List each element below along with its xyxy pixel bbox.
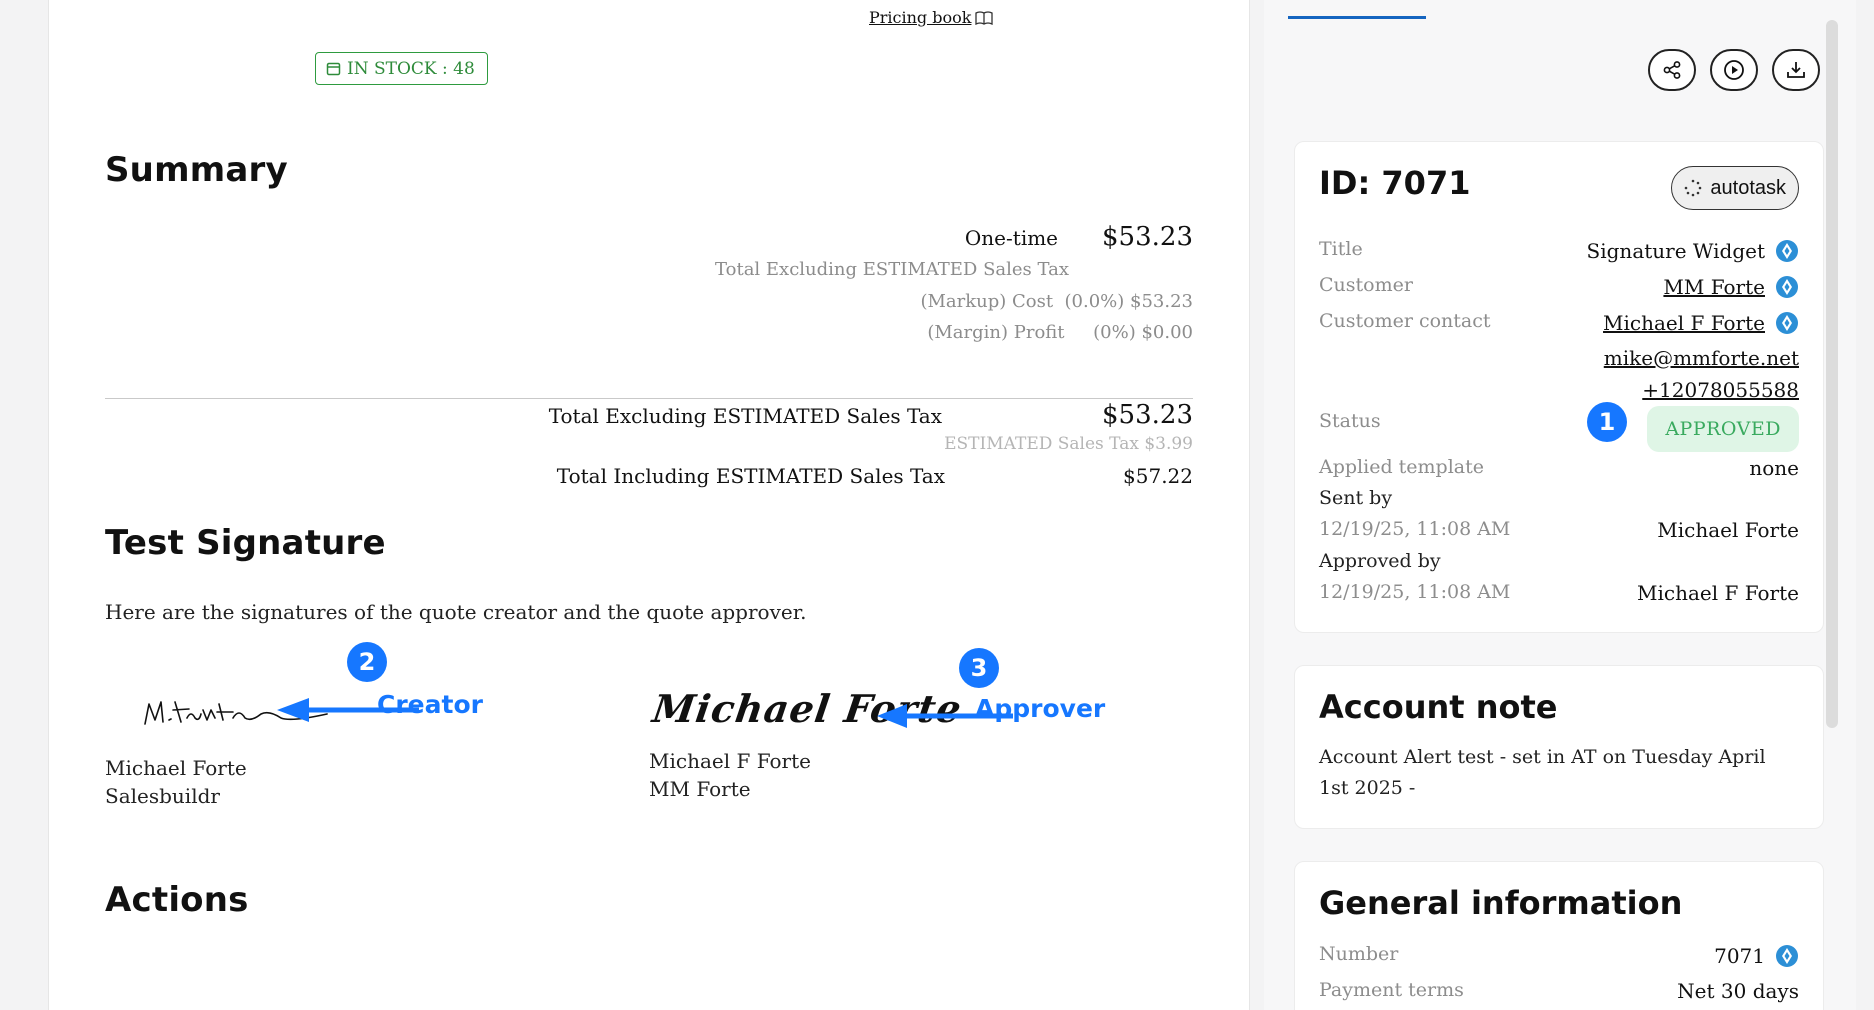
template-value: none — [1749, 456, 1799, 480]
general-info-card: General information Number 7071 Payment … — [1294, 861, 1824, 1010]
pricing-book-label: Pricing book — [869, 8, 972, 27]
approver-name: Michael F Forte — [649, 749, 811, 773]
account-note-title: Account note — [1319, 688, 1558, 726]
sent-by-name: Michael Forte — [1657, 518, 1799, 542]
autotask-logo-icon[interactable] — [1775, 311, 1799, 335]
total-incl-value: $57.22 — [1123, 464, 1193, 488]
number-value: 7071 — [1714, 944, 1765, 968]
title-value: Signature Widget — [1586, 239, 1765, 263]
customer-label: Customer — [1319, 274, 1413, 296]
active-tab-indicator[interactable] — [1288, 16, 1426, 19]
markup-cost: (Markup) Cost (0.0%) $53.23 — [920, 291, 1193, 312]
contact-email-row: mike@mmforte.net — [1604, 346, 1799, 370]
creator-name: Michael Forte — [105, 756, 247, 780]
side-panel-scrollbar[interactable] — [1826, 20, 1838, 728]
summary-heading: Summary — [105, 150, 288, 190]
title-label: Title — [1319, 238, 1363, 260]
calendar-icon — [326, 62, 341, 76]
annotation-3: 3 — [959, 648, 999, 688]
approver-info: Michael F Forte MM Forte — [649, 747, 811, 803]
margin-profit: (Margin) Profit (0%) $0.00 — [927, 322, 1193, 343]
autotask-label: autotask — [1710, 176, 1786, 199]
status-label: Status — [1319, 410, 1381, 432]
autotask-logo-icon[interactable] — [1775, 239, 1799, 263]
annotation-2: 2 — [347, 642, 387, 682]
quote-document: Pricing book IN STOCK : 48 Summary One-t… — [48, 0, 1250, 1010]
annotation-1: 1 — [1587, 402, 1627, 442]
pricing-book-link[interactable]: Pricing book — [869, 8, 994, 27]
estimated-tax: ESTIMATED Sales Tax $3.99 — [944, 434, 1193, 454]
total-excl-row: Total Excluding ESTIMATED Sales Tax $53.… — [549, 400, 1193, 430]
contact-email-link[interactable]: mike@mmforte.net — [1604, 346, 1799, 370]
book-icon — [975, 10, 994, 25]
creator-annotation-label: Creator — [377, 690, 483, 719]
customer-value-row: MM Forte — [1663, 275, 1799, 299]
contact-phone-link[interactable]: +12078055588 — [1642, 378, 1799, 402]
contact-link[interactable]: Michael F Forte — [1603, 311, 1765, 335]
payment-terms-value: Net 30 days — [1677, 979, 1799, 1003]
play-button[interactable] — [1710, 49, 1758, 91]
total-incl-row: Total Including ESTIMATED Sales Tax $57.… — [557, 464, 1193, 488]
number-label: Number — [1319, 943, 1399, 965]
contact-value-row: Michael F Forte — [1603, 311, 1799, 335]
creator-info: Michael Forte Salesbuildr — [105, 754, 247, 810]
autotask-button[interactable]: autotask — [1671, 166, 1799, 210]
download-button[interactable] — [1772, 49, 1820, 91]
one-time-row: One-time $53.23 — [965, 222, 1193, 252]
number-value-row: 7071 — [1714, 944, 1799, 968]
share-button[interactable] — [1648, 49, 1696, 91]
general-info-title: General information — [1319, 884, 1683, 922]
side-panel: ID: 7071 autotask Title Signature Widget… — [1264, 0, 1856, 1010]
total-incl-label: Total Including ESTIMATED Sales Tax — [556, 464, 946, 488]
share-icon — [1663, 61, 1681, 79]
customer-link[interactable]: MM Forte — [1663, 275, 1765, 299]
summary-divider — [105, 398, 1193, 399]
creator-company: Salesbuildr — [105, 784, 220, 808]
payment-terms-label: Payment terms — [1319, 979, 1464, 1001]
excl-tax-note: Total Excluding ESTIMATED Sales Tax — [715, 259, 1069, 280]
status-badge: APPROVED — [1647, 406, 1799, 452]
one-time-value: $53.23 — [1102, 222, 1193, 252]
stock-label: IN STOCK : 48 — [347, 58, 475, 79]
account-note-text: Account Alert test - set in AT on Tuesda… — [1319, 746, 1766, 799]
total-excl-label: Total Excluding ESTIMATED Sales Tax — [548, 404, 943, 428]
approved-by-date: 12/19/25, 11:08 AM — [1319, 581, 1511, 603]
total-excl-value: $53.23 — [1102, 400, 1193, 430]
sent-by-date: 12/19/25, 11:08 AM — [1319, 518, 1511, 540]
template-label: Applied template — [1319, 456, 1484, 478]
stock-badge: IN STOCK : 48 — [315, 52, 488, 85]
account-note-card: Account note Account Alert test - set in… — [1294, 665, 1824, 829]
quote-details-card: ID: 7071 autotask Title Signature Widget… — [1294, 141, 1824, 633]
one-time-label: One-time — [964, 226, 1059, 250]
quote-id: ID: 7071 — [1319, 164, 1471, 202]
sent-by-label: Sent by — [1319, 487, 1393, 509]
approved-by-label: Approved by — [1319, 550, 1441, 572]
approver-company: MM Forte — [649, 777, 751, 801]
autotask-logo-icon[interactable] — [1775, 275, 1799, 299]
title-value-row: Signature Widget — [1587, 239, 1799, 263]
contact-label: Customer contact — [1319, 310, 1491, 332]
autotask-logo-icon[interactable] — [1775, 944, 1799, 968]
signature-heading: Test Signature — [105, 523, 386, 563]
approved-by-name: Michael F Forte — [1637, 581, 1799, 605]
play-icon — [1724, 60, 1744, 80]
signature-description: Here are the signatures of the quote cre… — [105, 600, 807, 624]
contact-phone-row: +12078055588 — [1642, 378, 1799, 402]
approver-annotation-label: Approver — [975, 694, 1106, 723]
loading-spinner-icon — [1685, 179, 1702, 197]
download-icon — [1787, 62, 1805, 78]
actions-heading: Actions — [105, 880, 249, 920]
